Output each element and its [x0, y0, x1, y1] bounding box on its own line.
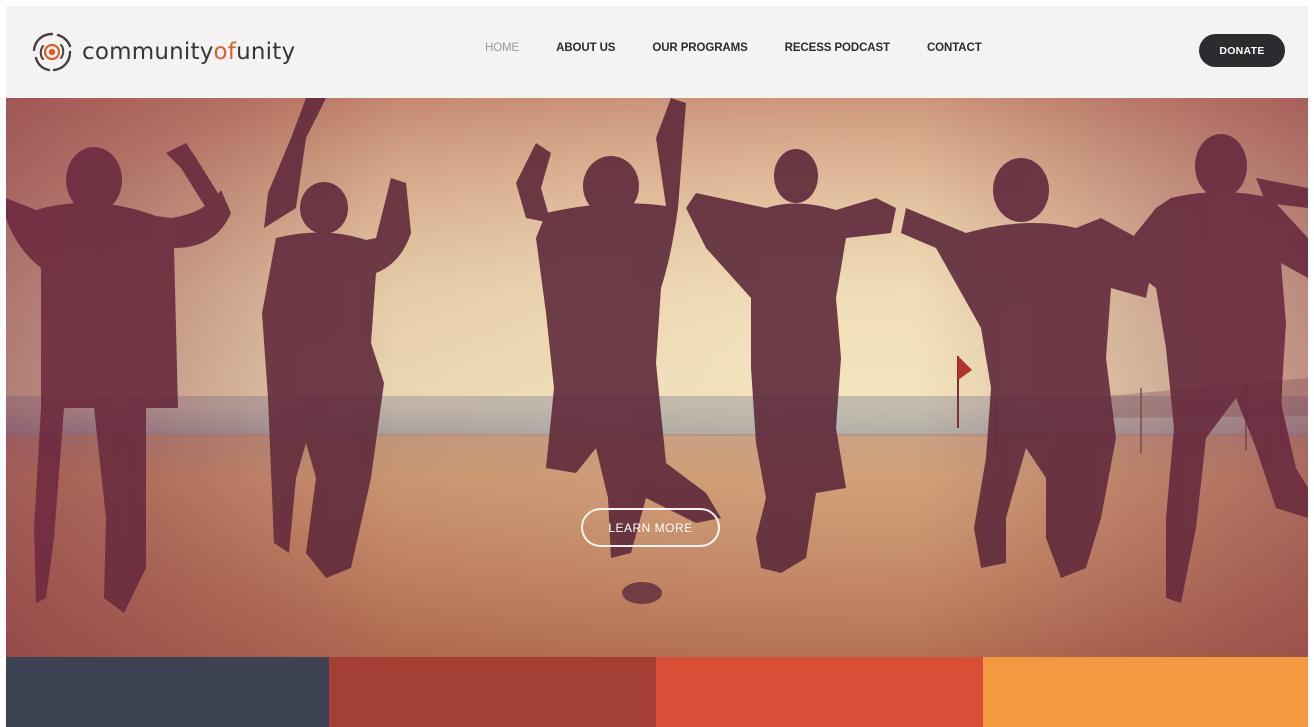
nav-about-us[interactable]: ABOUT US — [556, 42, 615, 54]
site-header: communityofunity HOME ABOUT US OUR PROGR… — [6, 6, 1308, 98]
main-nav: HOME ABOUT US OUR PROGRAMS RECESS PODCAS… — [485, 42, 1019, 54]
logo-text: communityofunity — [82, 39, 295, 65]
color-blocks — [6, 657, 1308, 727]
logo-mark-icon — [32, 32, 72, 72]
color-block-4[interactable] — [983, 657, 1308, 727]
logo[interactable]: communityofunity — [28, 28, 295, 76]
nav-contact[interactable]: CONTACT — [927, 42, 982, 54]
donate-button[interactable]: DONATE — [1199, 34, 1285, 67]
color-block-2[interactable] — [329, 657, 656, 727]
nav-our-programs[interactable]: OUR PROGRAMS — [652, 42, 747, 54]
color-block-1[interactable] — [6, 657, 329, 727]
learn-more-button[interactable]: LEARN MORE — [581, 508, 720, 547]
hero: LEARN MORE — [6, 98, 1308, 657]
logo-text-main: community — [82, 39, 214, 65]
nav-home[interactable]: HOME — [485, 42, 519, 54]
nav-recess-podcast[interactable]: RECESS PODCAST — [785, 42, 890, 54]
logo-text-end: unity — [236, 39, 296, 65]
hero-photo — [6, 98, 1308, 657]
color-block-3[interactable] — [656, 657, 983, 727]
logo-text-of: of — [213, 39, 237, 65]
page: communityofunity HOME ABOUT US OUR PROGR… — [6, 6, 1308, 727]
